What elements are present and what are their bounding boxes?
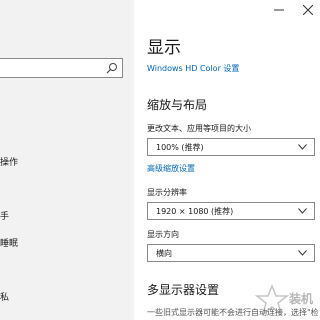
search-icon (106, 63, 117, 74)
resolution-label: 显示分辨率 (147, 188, 187, 197)
page-title: 显示 (147, 38, 181, 58)
chevron-down-icon (298, 250, 307, 256)
text-size-label: 更改文本、应用等项目的大小 (147, 124, 251, 133)
sidebar-item-sleep[interactable]: 睡眠 (0, 236, 18, 249)
text-size-value: 100% (推荐) (156, 143, 204, 152)
multi-display-section-title: 多显示器设置 (147, 283, 220, 297)
advanced-scaling-link[interactable]: 高级缩放设置 (147, 163, 195, 174)
hdr-color-link[interactable]: Windows HD Color 设置 (147, 63, 239, 74)
sidebar-item-operation[interactable]: 操作 (0, 155, 18, 168)
sidebar-item-hand[interactable]: 手 (0, 209, 9, 222)
orientation-dropdown[interactable]: 横向 (147, 244, 315, 262)
orientation-value: 横向 (156, 249, 172, 258)
sidebar-item-privacy[interactable]: 私 (0, 290, 9, 303)
search-input[interactable] (0, 58, 123, 78)
watermark-text: 装机 (289, 292, 314, 306)
resolution-value: 1920 × 1080 (推荐) (156, 207, 234, 216)
orientation-label: 显示方向 (147, 230, 179, 239)
main-content: 显示 Windows HD Color 设置 缩放与布局 更改文本、应用等项目的… (134, 0, 320, 320)
resolution-dropdown[interactable]: 1920 × 1080 (推荐) (147, 202, 315, 220)
scale-section-title: 缩放与布局 (147, 98, 208, 112)
text-size-dropdown[interactable]: 100% (推荐) (147, 138, 315, 156)
chevron-down-icon (298, 144, 307, 150)
chevron-down-icon (298, 208, 307, 214)
sidebar: 操作 手 睡眠 私 (0, 0, 134, 320)
